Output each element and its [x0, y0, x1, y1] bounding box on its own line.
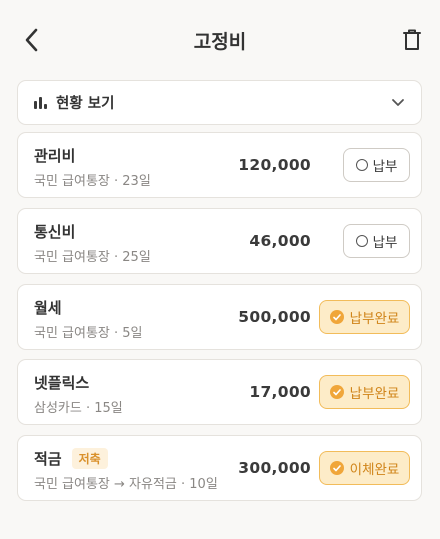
pay-label: 납부 — [372, 235, 398, 251]
paid-button[interactable]: 납부완료 — [319, 300, 410, 334]
transfer-label: 이체완료 — [349, 462, 400, 478]
expense-card[interactable]: 월세 국민 급여통장 · 5일 500,000 납부완료 — [17, 284, 422, 350]
paid-label: 납부완료 — [349, 386, 400, 402]
expense-name: 관리비 — [34, 147, 76, 165]
savings-tag: 저축 — [71, 448, 108, 469]
expense-amount: 120,000 — [238, 156, 311, 174]
transfer-done-button[interactable]: 이체완료 — [319, 451, 410, 485]
expense-sub: 국민 급여통장 → 자유적금 · 10일 — [34, 477, 218, 492]
expense-card[interactable]: 넷플릭스 삼성카드 · 15일 17,000 납부완료 — [17, 359, 422, 425]
expense-name: 넷플릭스 — [34, 374, 90, 392]
expense-amount: 300,000 — [238, 459, 311, 477]
check-circle-icon — [329, 461, 344, 475]
expense-amount: 17,000 — [249, 383, 311, 401]
expense-name: 적금 — [34, 450, 62, 468]
pay-button[interactable]: 납부 — [343, 224, 410, 258]
paid-button[interactable]: 납부완료 — [319, 375, 410, 409]
expense-amount: 500,000 — [238, 308, 311, 326]
summary-label: 현황 보기 — [56, 96, 115, 112]
paid-label: 납부완료 — [349, 311, 400, 327]
expense-amount: 46,000 — [249, 232, 311, 250]
chevron-down-icon — [392, 98, 404, 106]
expense-name: 월세 — [34, 299, 62, 317]
expense-name-row: 적금 저축 — [34, 448, 108, 469]
page-title: 고정비 — [193, 31, 247, 53]
check-circle-icon — [329, 385, 344, 399]
bar-chart-icon — [34, 96, 47, 109]
summary-toggle[interactable]: 현황 보기 — [17, 80, 422, 125]
pay-label: 납부 — [372, 159, 398, 175]
expense-sub: 삼성카드 · 15일 — [34, 401, 123, 416]
header: 고정비 — [0, 0, 440, 80]
trash-icon — [403, 29, 421, 50]
check-circle-icon — [329, 310, 344, 324]
expense-sub: 국민 급여통장 · 5일 — [34, 326, 143, 341]
expense-sub: 국민 급여통장 · 23일 — [34, 174, 151, 189]
pay-button[interactable]: 납부 — [343, 148, 410, 182]
circle-icon — [355, 159, 368, 171]
expense-card[interactable]: 통신비 국민 급여통장 · 25일 46,000 납부 — [17, 208, 422, 274]
expense-sub: 국민 급여통장 · 25일 — [34, 250, 151, 265]
expense-card[interactable]: 관리비 국민 급여통장 · 23일 120,000 납부 — [17, 132, 422, 198]
delete-button[interactable] — [400, 26, 424, 54]
expense-card[interactable]: 적금 저축 국민 급여통장 → 자유적금 · 10일 300,000 이체완료 — [17, 435, 422, 501]
expense-name: 통신비 — [34, 223, 76, 241]
circle-icon — [355, 235, 368, 247]
